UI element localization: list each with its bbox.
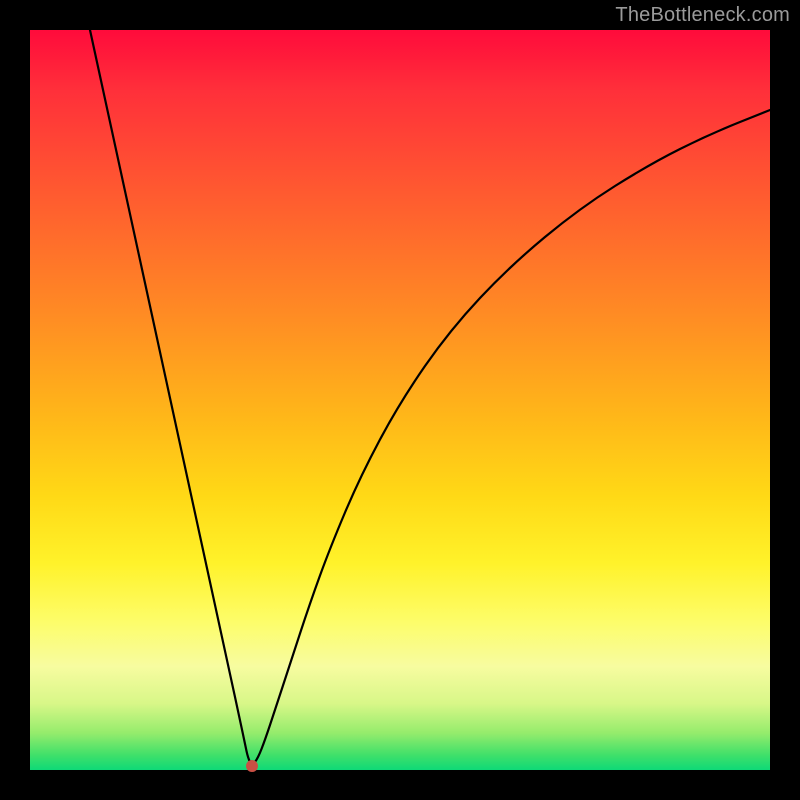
plot-area <box>30 30 770 770</box>
bottleneck-curve <box>30 30 770 770</box>
watermark-text: TheBottleneck.com <box>615 4 790 27</box>
chart-frame: TheBottleneck.com <box>0 0 800 800</box>
optimum-marker-dot <box>246 760 258 772</box>
